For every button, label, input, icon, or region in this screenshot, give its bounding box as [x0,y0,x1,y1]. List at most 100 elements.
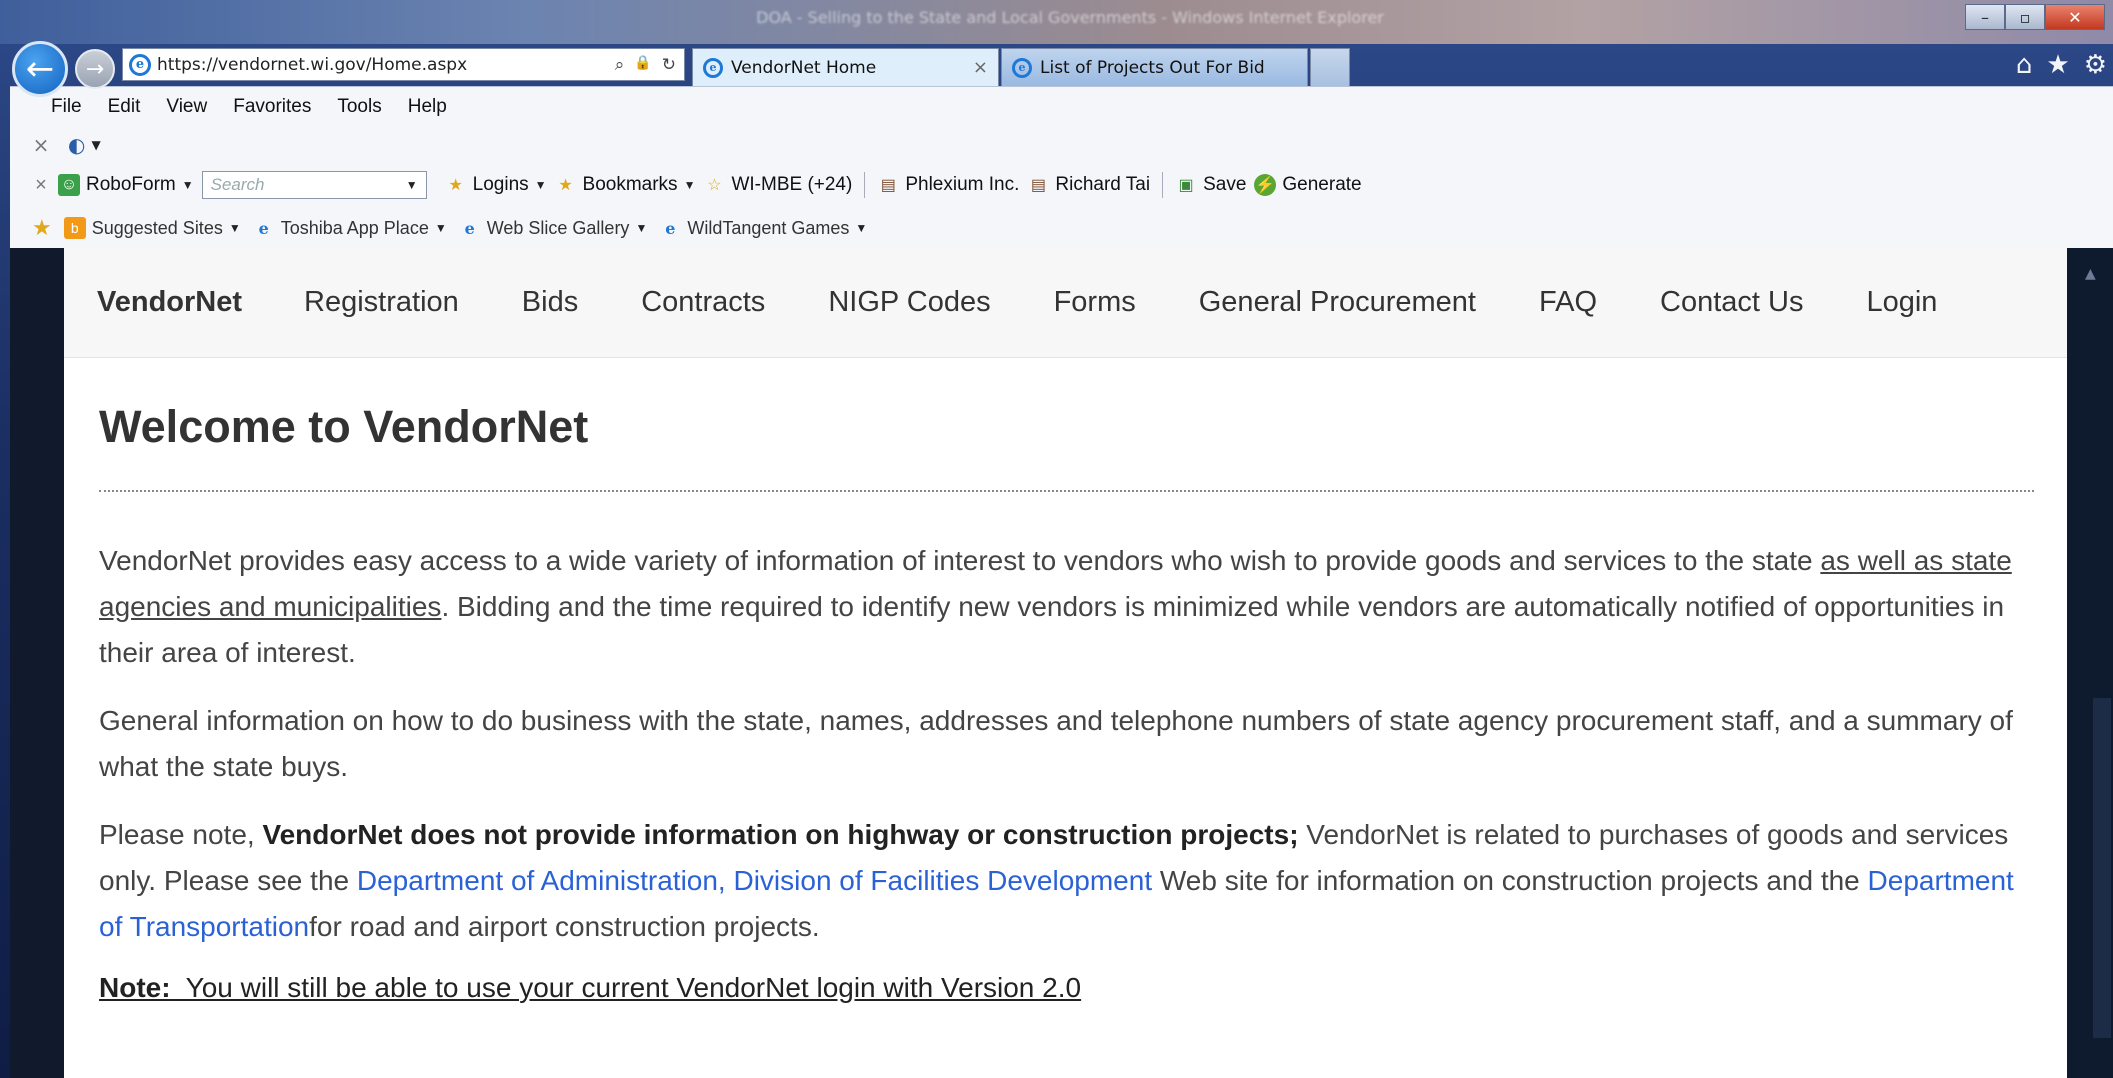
page-title: Welcome to VendorNet [99,401,589,452]
close-toolbar-icon[interactable]: × [32,133,50,157]
menu-favorites[interactable]: Favorites [220,96,324,118]
close-tab-icon[interactable]: × [963,57,998,78]
nav-faq[interactable]: FAQ [1539,286,1597,319]
heading-divider [99,489,2034,492]
menu-view[interactable]: View [153,96,220,118]
chevron-down-icon[interactable]: ▼ [91,138,100,152]
nav-bids[interactable]: Bids [522,286,578,319]
phlexium-button[interactable]: ▤ Phlexium Inc. [877,174,1020,196]
phlexium-label: Phlexium Inc. [905,174,1020,195]
wildtangent-games-link[interactable]: e WildTangent Games ▼ [659,217,867,239]
nav-general-procurement[interactable]: General Procurement [1199,286,1476,319]
ie-page-icon: e [665,218,676,238]
main-content: Welcome to VendorNet VendorNet provides … [99,398,2034,1008]
generate-icon: ⚡ [1254,174,1277,196]
toolbar-addon-icon[interactable]: ◐ [68,133,85,157]
minimize-button[interactable]: – [1965,4,2005,30]
toolbar-separator [864,172,866,198]
roboform-search-input[interactable]: Search ▼ [201,171,427,199]
tab-label: List of Projects Out For Bid [1040,57,1265,78]
forward-arrow-icon: → [85,56,105,82]
back-arrow-icon: ← [25,49,55,89]
ie-page-icon: e [1012,57,1032,78]
roboform-label: RoboForm [86,174,176,195]
new-tab-button[interactable] [1310,48,1350,86]
close-button[interactable]: ✕ [2045,4,2105,30]
wi-mbe-button[interactable]: ☆ WI-MBE (+24) [703,174,852,196]
star-icon: ★ [558,177,573,194]
home-icon[interactable]: ⌂ [2016,50,2033,80]
richard-tai-button[interactable]: ▤ Richard Tai [1027,174,1150,196]
chevron-down-icon: ▼ [228,221,241,235]
chevron-down-icon: ▼ [683,178,696,192]
chevron-down-icon[interactable]: ▼ [406,178,418,192]
tab-projects-out-for-bid[interactable]: e List of Projects Out For Bid [1001,48,1308,86]
roboform-button[interactable]: ☺ RoboForm ▼ [58,174,194,196]
logins-button[interactable]: ★ Logins ▼ [445,174,547,196]
generate-button[interactable]: ⚡ Generate [1254,174,1362,196]
chevron-down-icon: ▼ [855,221,868,235]
menu-edit[interactable]: Edit [95,96,154,118]
address-url[interactable]: https://vendornet.wi.gov/Home.aspx [157,55,615,75]
command-bar: × ◐ ▼ [10,127,101,163]
roboform-toolbar: × ☺ RoboForm ▼ Search ▼ ★ Logins ▼ ★ Boo… [10,163,1362,207]
scroll-up-icon[interactable]: ▲ [2085,266,2107,288]
note-bold-text: VendorNet does not provide information o… [262,818,1299,850]
back-button[interactable]: ← [12,41,68,97]
logins-label: Logins [472,174,529,195]
nav-contracts[interactable]: Contracts [641,286,765,319]
nav-login[interactable]: Login [1866,286,1937,319]
suggested-sites-label: Suggested Sites [91,217,223,238]
search-icon[interactable]: ⌕ [615,55,625,75]
refresh-icon[interactable]: ↻ [662,55,676,75]
ie-page-icon: e [703,57,723,78]
gear-icon[interactable]: ⚙ [2084,50,2107,80]
nav-nigp-codes[interactable]: NIGP Codes [828,286,990,319]
vendornet-page: VendorNet Registration Bids Contracts NI… [64,248,2067,1078]
forward-button[interactable]: → [75,49,115,89]
identity-card-icon: ▤ [880,177,896,194]
favorites-star-icon[interactable]: ★ [32,215,52,241]
chevron-down-icon: ▼ [534,178,547,192]
scroll-thumb[interactable] [2093,698,2111,1038]
note-text: Web site for information on construction… [1152,864,1868,896]
menu-file[interactable]: File [38,96,95,118]
nav-forms[interactable]: Forms [1054,286,1136,319]
intro-text: VendorNet provides easy access to a wide… [99,544,1821,576]
nav-registration[interactable]: Registration [304,286,459,319]
construction-note-paragraph: Please note, VendorNet does not provide … [99,812,2034,950]
toshiba-app-place-label: Toshiba App Place [280,217,429,238]
toshiba-app-place-link[interactable]: e Toshiba App Place ▼ [253,217,447,239]
bookmarks-button[interactable]: ★ Bookmarks ▼ [555,174,696,196]
menu-bar: File Edit View Favorites Tools Help [10,87,460,127]
tab-label: VendorNet Home [731,57,877,78]
save-button[interactable]: ▣ Save [1175,174,1247,196]
close-toolbar-icon[interactable]: × [32,174,50,197]
web-slice-gallery-link[interactable]: e Web Slice Gallery ▼ [459,217,648,239]
menu-tools[interactable]: Tools [324,96,394,118]
nav-contact-us[interactable]: Contact Us [1660,286,1803,319]
doa-facilities-link[interactable]: Department of Administration, Division o… [357,865,1152,896]
lock-icon[interactable]: 🔒 [634,55,651,75]
window-controls: – ▫ ✕ [1965,4,2105,30]
ie-page-icon: e [464,218,475,238]
menu-help[interactable]: Help [395,96,460,118]
roboform-icon: ☺ [58,174,80,196]
address-bar[interactable]: e https://vendornet.wi.gov/Home.aspx ⌕ 🔒… [122,48,685,81]
login-note: Note: You will still be able to use your… [99,968,2034,1008]
site-navbar: VendorNet Registration Bids Contracts NI… [64,248,2067,358]
note-message: You will still be able to use your curre… [170,971,1082,1003]
toolbar-separator [1162,172,1164,198]
star-icon: ☆ [707,177,722,194]
vertical-scrollbar[interactable]: ▲ [2067,248,2113,1078]
tab-vendornet-home[interactable]: e VendorNet Home × [692,48,999,86]
favorites-star-icon[interactable]: ★ [2046,50,2069,80]
wi-mbe-label: WI-MBE (+24) [731,174,853,195]
maximize-button[interactable]: ▫ [2005,4,2045,30]
suggested-sites-link[interactable]: b Suggested Sites ▼ [63,217,241,239]
favorites-bar: ★ b Suggested Sites ▼ e Toshiba App Plac… [10,207,867,249]
ie-page-icon: e [129,53,151,76]
star-icon: ★ [448,177,463,194]
window-title: DOA - Selling to the State and Local Gov… [756,8,1384,27]
site-brand-link[interactable]: VendorNet [97,286,242,319]
